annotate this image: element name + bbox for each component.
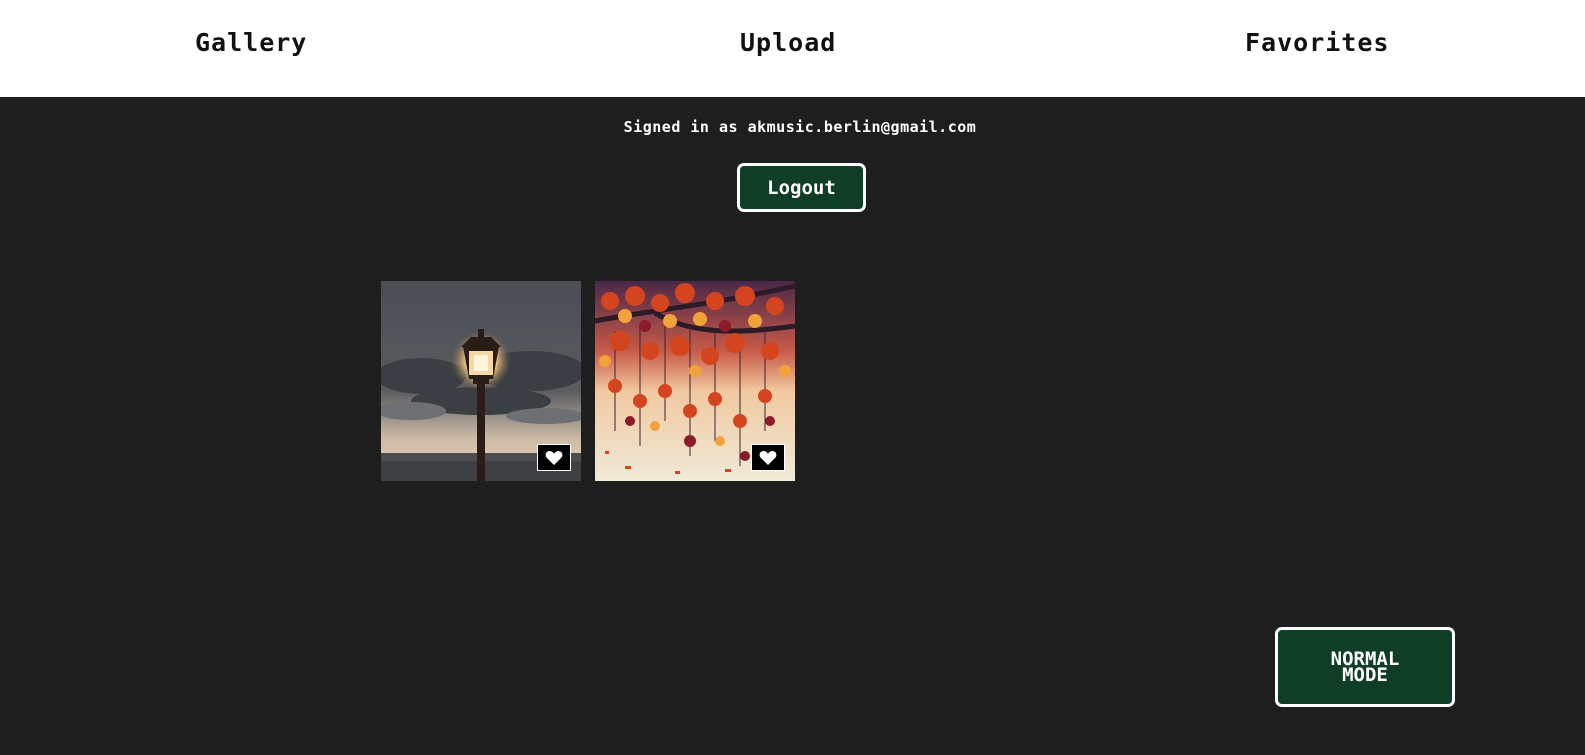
favorite-button[interactable]: [751, 444, 785, 471]
logout-button[interactable]: Logout: [737, 163, 866, 212]
nav-upload-link[interactable]: Upload: [740, 28, 836, 57]
nav-gallery-link[interactable]: Gallery: [195, 28, 307, 57]
favorite-button[interactable]: [537, 444, 571, 471]
top-navigation: Gallery Upload Favorites: [0, 0, 1585, 97]
heart-icon: [759, 450, 777, 465]
signed-in-status: Signed in as akmusic.berlin@gmail.com: [623, 118, 977, 136]
gallery-image-lamp[interactable]: [381, 281, 581, 481]
mode-toggle-button[interactable]: NORMAL MODE: [1275, 627, 1455, 707]
gallery-image-leaves[interactable]: [595, 281, 795, 481]
mode-toggle-label: NORMAL MODE: [1330, 648, 1400, 686]
heart-icon: [545, 450, 563, 465]
nav-favorites-link[interactable]: Favorites: [1245, 28, 1389, 57]
